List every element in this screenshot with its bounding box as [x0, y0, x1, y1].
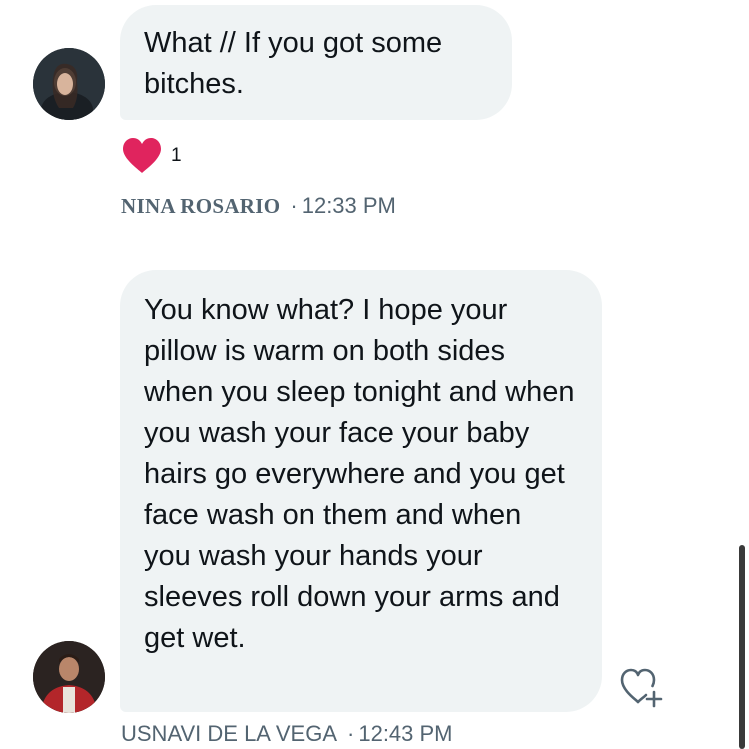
message-text: You know what? I hope your pillow is war… — [144, 294, 575, 654]
reaction-count: 1 — [171, 145, 182, 166]
avatar-portrait-image — [33, 48, 105, 120]
message-text: What // If you got some bitches. — [144, 27, 443, 100]
sender-avatar[interactable] — [33, 641, 105, 713]
meta-separator: · — [347, 721, 355, 746]
message-timestamp: 12:33 PM — [301, 193, 396, 218]
message-meta: USNAVI DE LA VEGA · 12:43 PM — [121, 721, 453, 747]
heart-icon — [123, 138, 161, 173]
meta-separator: · — [290, 193, 298, 218]
message-reaction[interactable]: 1 — [121, 137, 182, 175]
sender-name[interactable]: NINA ROSARIO — [121, 194, 280, 218]
sender-avatar[interactable] — [33, 48, 105, 120]
message-meta: NINA ROSARIO · 12:33 PM — [121, 193, 396, 219]
message-bubble[interactable]: You know what? I hope your pillow is war… — [120, 270, 602, 712]
sender-name[interactable]: USNAVI DE LA VEGA — [121, 721, 337, 746]
heart-plus-icon — [620, 668, 663, 708]
message-timestamp: 12:43 PM — [358, 721, 453, 746]
avatar-portrait-image — [33, 641, 105, 713]
scrollbar-thumb[interactable] — [739, 545, 745, 749]
message-bubble[interactable]: What // If you got some bitches. — [120, 5, 512, 120]
add-reaction-button[interactable] — [619, 666, 665, 710]
